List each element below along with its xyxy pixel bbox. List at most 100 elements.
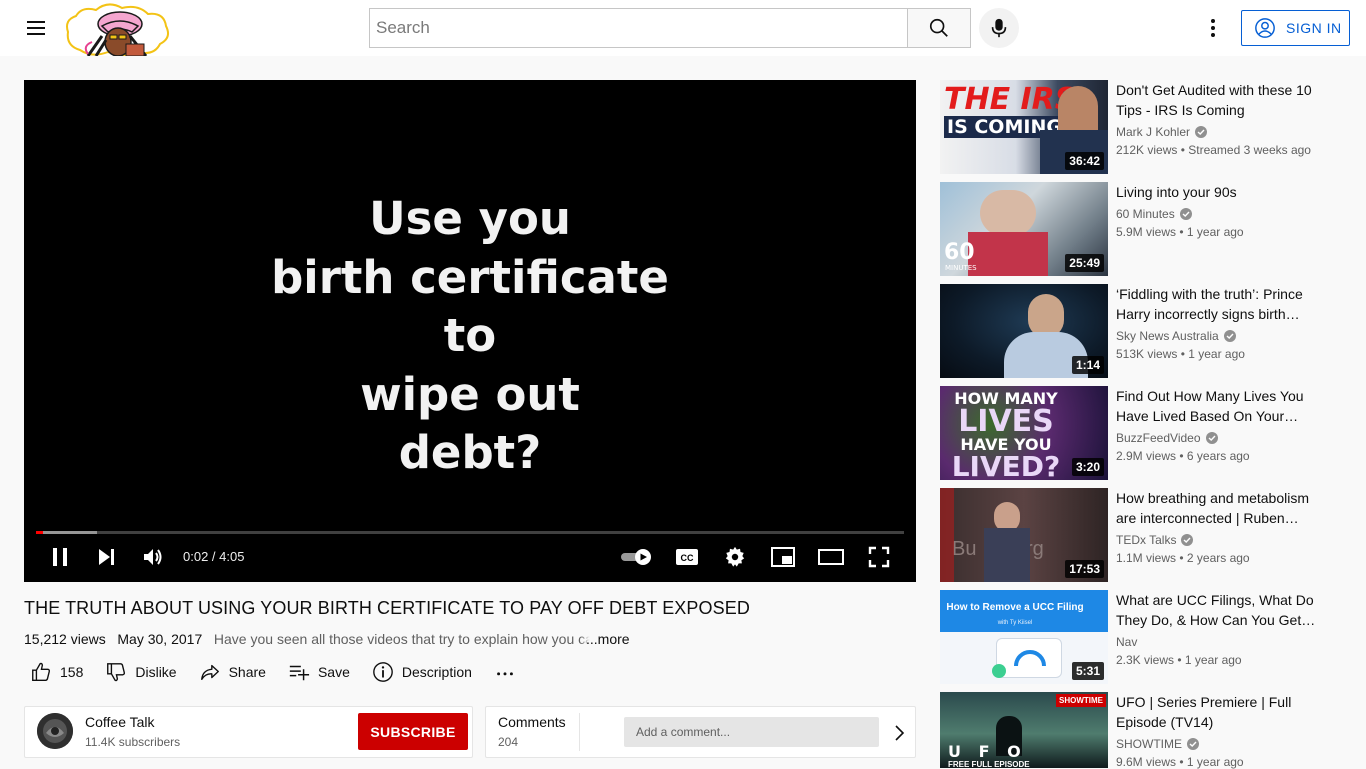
recommendation-channel[interactable]: SHOWTIME — [1116, 737, 1199, 751]
progress-bar[interactable] — [36, 531, 904, 534]
thumbnail-text: 60 — [944, 240, 975, 265]
dislike-label: Dislike — [135, 664, 177, 680]
menu-icon[interactable] — [20, 12, 52, 44]
video-thumbnail[interactable]: SHOWTIME U F O FREE FULL EPISODE — [940, 692, 1108, 768]
search-button[interactable] — [907, 8, 971, 48]
recommendation-channel[interactable]: Nav — [1116, 635, 1137, 649]
svg-text:CC: CC — [681, 553, 694, 563]
video-duration: 25:49 — [1065, 254, 1104, 272]
recommendation-title[interactable]: Find Out How Many Lives You Have Lived Ba… — [1116, 386, 1320, 426]
video-duration: 36:42 — [1065, 152, 1104, 170]
video-thumbnail[interactable]: 60 MINUTES 25:49 — [940, 182, 1108, 276]
comments-box[interactable]: Comments 204 — [485, 706, 916, 758]
thumbnail-text: U F O — [948, 742, 1027, 761]
dislike-button[interactable]: Dislike — [105, 661, 177, 683]
pause-button[interactable] — [46, 541, 74, 573]
recommendation-item[interactable]: 1:14 ‘Fiddling with the truth’: Prince Ha… — [940, 284, 1340, 378]
recommendation-title[interactable]: UFO | Series Premiere | Full Episode (TV1… — [1116, 692, 1320, 732]
recommendation-item[interactable]: Bu rg 17:53 How breathing and metabolism… — [940, 488, 1340, 582]
video-frame-text: Use you birth certificate to wipe out de… — [271, 192, 669, 479]
thumbnail-text: Bu — [952, 538, 977, 560]
video-duration: 17:53 — [1065, 560, 1104, 578]
autoplay-icon — [621, 549, 651, 565]
video-thumbnail[interactable]: How to Remove a UCC Filing with Ty Kiise… — [940, 590, 1108, 684]
progress-buffered — [36, 531, 97, 534]
recommendation-channel[interactable]: Mark J Kohler — [1116, 125, 1208, 139]
comment-input[interactable] — [624, 717, 879, 747]
time-display: 0:02 / 4:05 — [183, 549, 245, 564]
thumbnail-text: THE IRS — [944, 82, 1077, 117]
video-duration: 1:14 — [1071, 356, 1104, 374]
theater-mode-button[interactable] — [816, 541, 846, 573]
comments-count: 204 — [498, 735, 519, 749]
recommendation-channel[interactable]: TEDx Talks — [1116, 533, 1194, 547]
recommendation-meta: 5.9M views • 1 year ago — [1116, 225, 1244, 239]
recommendation-meta: 9.6M views • 1 year ago — [1116, 755, 1244, 769]
mic-icon — [991, 18, 1007, 38]
thumbs-down-icon — [107, 663, 126, 682]
volume-icon — [144, 549, 162, 565]
recommendation-title[interactable]: How breathing and metabolism are intercon… — [1116, 488, 1320, 528]
recommendation-item[interactable]: HOW MANY LIVES HAVE YOU LIVED? 3:20 Find… — [940, 386, 1340, 480]
channel-avatar[interactable] — [37, 713, 73, 749]
video-thumbnail[interactable]: Bu rg 17:53 — [940, 488, 1108, 582]
more-actions-button[interactable] — [494, 661, 516, 683]
recommendation-channel[interactable]: BuzzFeedVideo — [1116, 431, 1218, 445]
share-icon — [200, 664, 219, 681]
voice-search-button[interactable] — [979, 8, 1019, 48]
channel-box: Coffee Talk 11.4K subscribers SUBSCRIBE — [24, 706, 473, 758]
volume-button[interactable] — [138, 541, 168, 573]
description-button[interactable]: Description — [372, 661, 472, 683]
next-button[interactable] — [92, 541, 120, 573]
subtitles-button[interactable]: CC — [672, 541, 702, 573]
settings-button[interactable] — [720, 541, 750, 573]
verified-icon — [1187, 738, 1199, 750]
thumbnail-text: How to Remove a UCC Filing — [946, 602, 1084, 613]
skip-next-icon — [99, 549, 114, 565]
autoplay-toggle[interactable] — [618, 541, 656, 573]
fullscreen-button[interactable] — [864, 541, 894, 573]
recommendation-title[interactable]: Living into your 90s — [1116, 182, 1320, 202]
description-label: Description — [401, 664, 472, 680]
verified-icon — [1181, 534, 1194, 546]
video-description[interactable]: 15,212 views May 30, 2017 Have you seen … — [24, 631, 634, 649]
recommendation-item[interactable]: THE IRS IS COMING 36:42 Don't Get Audite… — [940, 80, 1340, 174]
video-thumbnail[interactable]: 1:14 — [940, 284, 1108, 378]
masthead: SIGN IN — [0, 0, 1366, 57]
miniplayer-icon — [771, 547, 795, 567]
thumbnail-subtext: LIVED? — [951, 450, 1061, 481]
recommendation-title[interactable]: Don't Get Audited with these 10 Tips - IR… — [1116, 80, 1320, 120]
thumbnail-subtext: FREE FULL EPISODE — [948, 760, 1030, 768]
subscribe-button[interactable]: SUBSCRIBE — [358, 713, 468, 750]
chevron-right-icon[interactable] — [887, 721, 911, 745]
search-input[interactable] — [369, 8, 908, 48]
save-button[interactable]: Save — [288, 661, 350, 683]
share-button[interactable]: Share — [199, 661, 266, 683]
search-icon — [929, 18, 948, 37]
closed-captions-icon: CC — [676, 549, 698, 565]
more-vert-icon[interactable] — [1197, 12, 1229, 44]
description-more-link[interactable]: ...more — [580, 631, 630, 647]
video-duration: 5:31 — [1071, 662, 1104, 680]
upload-date: May 30, 2017 — [117, 631, 203, 647]
recommendation-channel[interactable]: 60 Minutes — [1116, 207, 1192, 221]
recommendation-item[interactable]: 60 MINUTES 25:49 Living into your 90s 60… — [940, 182, 1340, 276]
video-thumbnail[interactable]: THE IRS IS COMING 36:42 — [940, 80, 1108, 174]
recommendation-title[interactable]: ‘Fiddling with the truth’: Prince Harry i… — [1116, 284, 1320, 324]
recommendation-channel[interactable]: Sky News Australia — [1116, 329, 1236, 343]
progress-played — [36, 531, 43, 534]
fullscreen-icon — [868, 546, 890, 568]
video-thumbnail[interactable]: HOW MANY LIVES HAVE YOU LIVED? 3:20 — [940, 386, 1108, 480]
recommendation-title[interactable]: What are UCC Filings, What Do They Do, & … — [1116, 590, 1320, 630]
verified-icon — [1195, 126, 1208, 138]
recommendation-item[interactable]: SHOWTIME U F O FREE FULL EPISODE UFO | S… — [940, 692, 1340, 769]
recommendation-meta: 513K views • 1 year ago — [1116, 347, 1245, 361]
recommendation-item[interactable]: How to Remove a UCC Filing with Ty Kiise… — [940, 590, 1340, 684]
like-button[interactable]: 158 — [30, 661, 83, 683]
video-player[interactable]: Use you birth certificate to wipe out de… — [24, 80, 916, 582]
recommendation-meta: 1.1M views • 2 years ago — [1116, 551, 1250, 565]
sign-in-button[interactable]: SIGN IN — [1241, 10, 1350, 46]
doodle-logo[interactable] — [62, 2, 172, 57]
miniplayer-button[interactable] — [768, 541, 798, 573]
channel-name[interactable]: Coffee Talk — [85, 714, 155, 730]
